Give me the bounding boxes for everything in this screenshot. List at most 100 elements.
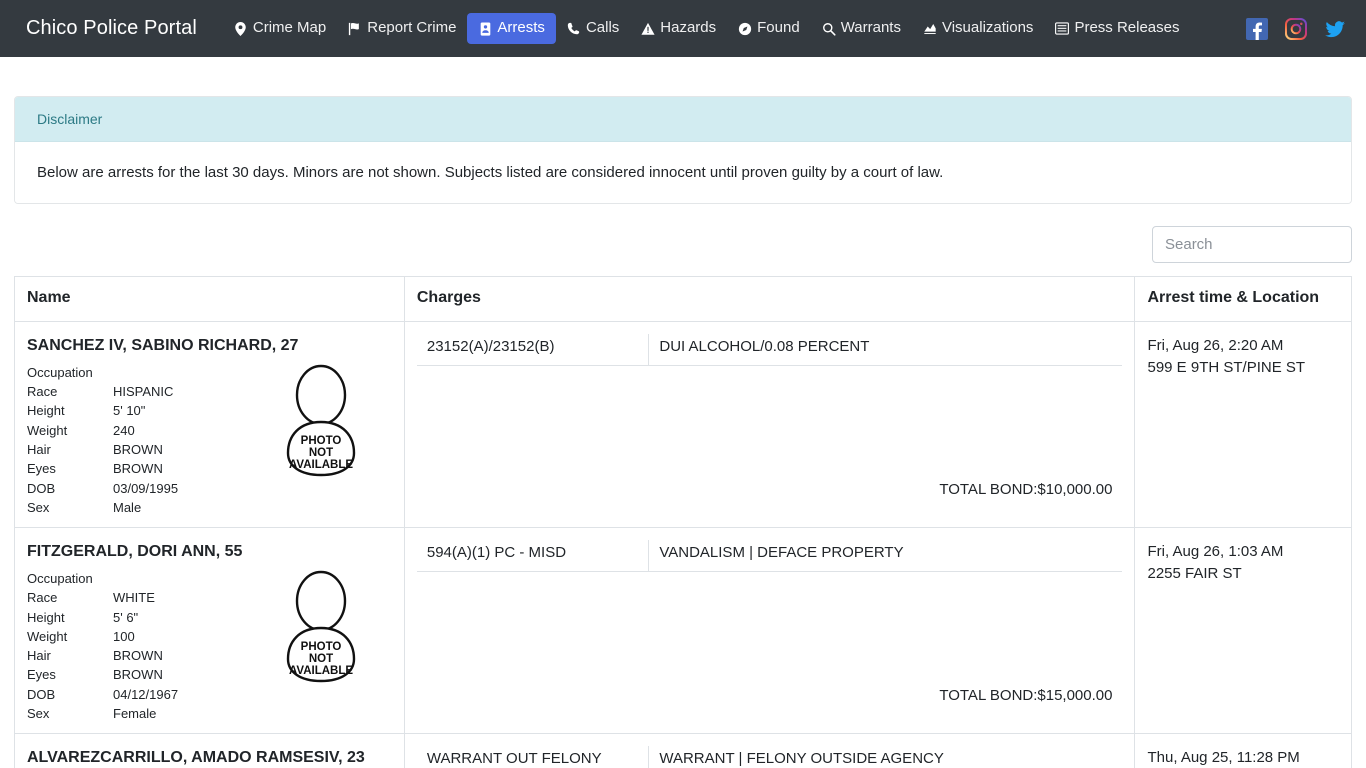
column-header-name[interactable]: Name xyxy=(14,276,405,322)
attr-key: Sex xyxy=(27,706,50,722)
disclaimer-heading: Disclaimer xyxy=(15,97,1351,142)
charge-row: WARRANT OUT FELONY WARRANT | FELONY OUTS… xyxy=(416,746,1123,768)
table-row: FITZGERALD, DORI ANN, 55 Occupation Race… xyxy=(14,527,1352,735)
chart-icon xyxy=(923,22,937,36)
photo-not-available-icon: PHOTO NOT AVAILABLE xyxy=(281,362,361,480)
attr-key: Height xyxy=(27,609,65,625)
attr-key: Eyes xyxy=(27,667,56,683)
attr-key: Occupation xyxy=(27,364,93,380)
map-pin-icon xyxy=(234,21,248,36)
total-bond: TOTAL BOND:$15,000.00 xyxy=(939,687,1113,705)
svg-text:NOT: NOT xyxy=(309,447,333,459)
arrest-time: Fri, Aug 26, 2:20 AM xyxy=(1147,337,1284,354)
nav-item-arrests[interactable]: Arrests xyxy=(467,13,556,44)
attr-key: DOB xyxy=(27,480,56,496)
news-icon xyxy=(1055,22,1070,36)
attr-key: Race xyxy=(27,590,58,606)
twitter-icon[interactable] xyxy=(1324,18,1346,40)
nav-item-visualizations[interactable]: Visualizations xyxy=(912,13,1044,44)
search-icon xyxy=(822,22,836,36)
disclaimer-text: Below are arrests for the last 30 days. … xyxy=(15,142,1351,203)
cell-charges: WARRANT OUT FELONY WARRANT | FELONY OUTS… xyxy=(403,733,1136,768)
svg-text:PHOTO: PHOTO xyxy=(301,435,342,447)
id-badge-icon xyxy=(478,21,492,36)
attr-dob: DOB 04/12/1967 xyxy=(27,685,392,704)
person-name[interactable]: ALVAREZCARRILLO, AMADO RAMSESIV, 23 xyxy=(27,748,392,768)
instagram-icon[interactable] xyxy=(1285,17,1307,40)
person-name[interactable]: FITZGERALD, DORI ANN, 55 xyxy=(27,542,392,563)
charge-description: DUI ALCOHOL/0.08 PERCENT xyxy=(648,334,1123,366)
charge-description: WARRANT | FELONY OUTSIDE AGENCY xyxy=(648,746,1123,768)
attr-key: Eyes xyxy=(27,461,56,477)
social-links xyxy=(1246,17,1346,40)
nav-item-label: Calls xyxy=(585,19,620,37)
search-row xyxy=(14,226,1352,263)
attr-sex: Sex Male xyxy=(27,498,392,517)
charges-table: 23152(A)/23152(B) DUI ALCOHOL/0.08 PERCE… xyxy=(416,334,1123,366)
arrest-location: 599 E 9TH ST/PINE ST xyxy=(1147,358,1306,376)
cell-name: FITZGERALD, DORI ANN, 55 Occupation Race… xyxy=(14,527,405,735)
column-header-charges[interactable]: Charges xyxy=(403,276,1136,322)
nav-item-label: Visualizations xyxy=(941,19,1034,37)
total-bond: TOTAL BOND:$10,000.00 xyxy=(939,481,1113,498)
site-brand[interactable]: Chico Police Portal xyxy=(26,17,197,40)
arrest-info: Fri, Aug 26, 2:20 AM 599 E 9TH ST/PINE S… xyxy=(1135,322,1351,389)
nav-item-label: Hazards xyxy=(660,19,717,37)
cell-name: SANCHEZ IV, SABINO RICHARD, 27 Occupatio… xyxy=(14,320,405,529)
attr-key: Occupation xyxy=(27,570,93,586)
charge-row: 23152(A)/23152(B) DUI ALCOHOL/0.08 PERCE… xyxy=(416,334,1123,366)
attr-value: Female xyxy=(113,706,157,722)
nav-links: Crime Map Report Crime Arrests Calls Haz xyxy=(223,13,1191,44)
attr-value: 03/09/1995 xyxy=(113,480,179,496)
attr-key: Weight xyxy=(27,422,68,438)
photo-not-available-icon: PHOTO NOT AVAILABLE xyxy=(281,568,361,686)
table-row: SANCHEZ IV, SABINO RICHARD, 27 Occupatio… xyxy=(14,320,1352,529)
table-body: SANCHEZ IV, SABINO RICHARD, 27 Occupatio… xyxy=(14,320,1352,768)
disclaimer-card: Disclaimer Below are arrests for the las… xyxy=(14,96,1352,204)
arrest-location: 2255 FAIR ST xyxy=(1147,564,1242,582)
nav-item-label: Arrests xyxy=(497,19,545,37)
name-cell: FITZGERALD, DORI ANN, 55 Occupation Race… xyxy=(15,528,404,733)
arrest-time: Fri, Aug 26, 1:03 AM xyxy=(1147,543,1284,561)
attr-value: 04/12/1967 xyxy=(113,686,179,702)
attr-key: Sex xyxy=(27,499,50,515)
nav-item-report-crime[interactable]: Report Crime xyxy=(337,13,467,44)
nav-item-hazards[interactable]: Hazards xyxy=(630,13,727,44)
nav-item-warrants[interactable]: Warrants xyxy=(811,13,912,44)
cell-charges: 23152(A)/23152(B) DUI ALCOHOL/0.08 PERCE… xyxy=(403,320,1136,529)
nav-item-crime-map[interactable]: Crime Map xyxy=(223,13,337,44)
charge-code: 23152(A)/23152(B) xyxy=(416,334,650,366)
charges-table: WARRANT OUT FELONY WARRANT | FELONY OUTS… xyxy=(416,746,1123,768)
nav-item-calls[interactable]: Calls xyxy=(556,13,630,44)
table-header-row: Name Charges Arrest time & Location xyxy=(14,276,1352,322)
nav-item-found[interactable]: Found xyxy=(727,13,811,44)
attr-key: Height xyxy=(27,403,65,419)
search-input[interactable] xyxy=(1152,226,1352,263)
nav-item-label: Press Releases xyxy=(1074,19,1180,37)
name-cell: SANCHEZ IV, SABINO RICHARD, 27 Occupatio… xyxy=(15,322,404,527)
top-navbar: Chico Police Portal Crime Map Report Cri… xyxy=(0,0,1366,57)
person-name[interactable]: SANCHEZ IV, SABINO RICHARD, 27 xyxy=(27,336,392,357)
charges-cell: 23152(A)/23152(B) DUI ALCOHOL/0.08 PERCE… xyxy=(405,322,1135,512)
arrests-table: Name Charges Arrest time & Location SANC… xyxy=(14,276,1352,768)
attr-key: Race xyxy=(27,384,58,400)
arrest-info: Thu, Aug 25, 11:28 PM xyxy=(1135,734,1351,768)
flag-icon xyxy=(348,22,362,36)
page-content: Disclaimer Below are arrests for the las… xyxy=(0,96,1366,768)
nav-item-press-releases[interactable]: Press Releases xyxy=(1044,13,1190,44)
warning-triangle-icon xyxy=(641,22,655,36)
attr-key: Weight xyxy=(27,628,68,644)
nav-item-label: Crime Map xyxy=(252,19,327,37)
attr-key: Hair xyxy=(27,441,51,457)
svg-text:PHOTO: PHOTO xyxy=(301,641,342,653)
nav-item-label: Report Crime xyxy=(367,19,457,37)
charge-code: 594(A)(1) PC - MISD xyxy=(416,540,650,573)
attr-dob: DOB 03/09/1995 xyxy=(27,479,392,498)
facebook-icon[interactable] xyxy=(1246,17,1268,40)
column-header-arrest[interactable]: Arrest time & Location xyxy=(1134,276,1352,322)
attr-key: DOB xyxy=(27,686,56,702)
table-header: Name Charges Arrest time & Location xyxy=(14,276,1352,322)
arrest-time: Thu, Aug 25, 11:28 PM xyxy=(1147,749,1300,767)
attr-sex: Sex Female xyxy=(27,704,392,723)
nav-item-label: Warrants xyxy=(840,19,901,37)
